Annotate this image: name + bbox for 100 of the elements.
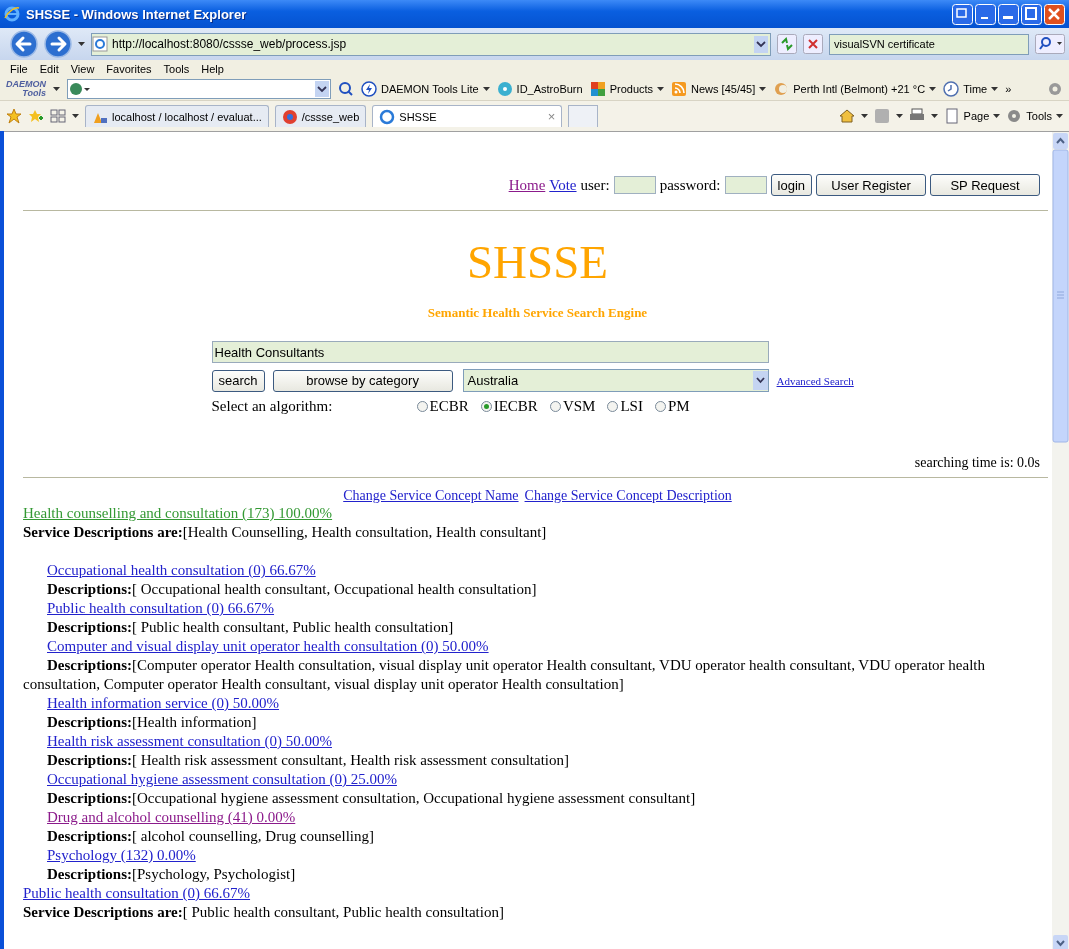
- query-field[interactable]: Health Consultants: [211, 341, 769, 363]
- toolbar-button[interactable]: Products: [589, 81, 665, 97]
- radio-label[interactable]: IECBR: [493, 398, 538, 415]
- caret-icon[interactable]: [860, 114, 868, 118]
- refresh-icon[interactable]: [777, 34, 797, 54]
- service-description: Service Descriptions are:[Health Counselling, Health consultation, Health consultant]: [23, 523, 548, 542]
- caret-icon[interactable]: [759, 87, 767, 91]
- radio-button[interactable]: [654, 401, 666, 412]
- caret-icon[interactable]: [482, 87, 490, 91]
- dropdown-icon[interactable]: [754, 35, 768, 53]
- caret-icon[interactable]: [78, 42, 85, 46]
- menu-item[interactable]: Edit: [35, 63, 63, 75]
- browser-tab[interactable]: /cssse_web: [274, 105, 367, 127]
- password-field[interactable]: [724, 176, 767, 194]
- minimize-icon[interactable]: [975, 3, 996, 25]
- clock-icon: [943, 81, 960, 97]
- close-icon[interactable]: [1044, 3, 1065, 25]
- concept-link[interactable]: Drug and alcohol counselling (41) 0.00%: [47, 809, 296, 825]
- site-title: SHSSE: [466, 236, 609, 288]
- dropdown-icon[interactable]: [752, 371, 768, 390]
- caret-icon[interactable]: [991, 87, 999, 91]
- algorithm-label: Select an algorithm:: [211, 398, 334, 415]
- concept-link[interactable]: Public health consultation (0) 66.67%: [23, 885, 251, 901]
- caret-icon[interactable]: [930, 114, 938, 118]
- home-icon[interactable]: [838, 108, 855, 124]
- radio-button[interactable]: [607, 401, 619, 412]
- toolbar-button[interactable]: DAEMON Tools Lite: [361, 81, 490, 97]
- caret-icon[interactable]: [657, 87, 665, 91]
- toolbar-search-field[interactable]: [67, 79, 331, 99]
- menu-item[interactable]: Favorites: [102, 63, 156, 75]
- caret-icon[interactable]: [929, 87, 937, 91]
- caret-icon[interactable]: [53, 87, 60, 91]
- caret-icon[interactable]: [72, 114, 79, 118]
- browse-button[interactable]: browse by category: [272, 369, 453, 392]
- search-field[interactable]: visualSVN certificate: [829, 33, 1029, 55]
- menu-item[interactable]: Help: [197, 63, 228, 75]
- concept-link[interactable]: Psychology (132) 0.00%: [47, 847, 196, 863]
- concept-link[interactable]: Health risk assessment consultation (0) 50.00%: [47, 733, 332, 749]
- ie-logo-icon: [4, 6, 20, 22]
- nav-link[interactable]: Vote: [549, 176, 577, 194]
- command-button[interactable]: Page: [943, 108, 1001, 124]
- pin-icon[interactable]: [952, 3, 973, 25]
- radio-label[interactable]: VSM: [562, 398, 596, 415]
- ie-page-icon: [379, 108, 396, 125]
- address-field[interactable]: http://localhost:8080/cssse_web/process.jsp: [91, 32, 771, 56]
- request-button[interactable]: SP Request: [930, 174, 1040, 196]
- add-favorites-icon[interactable]: [28, 108, 44, 124]
- favorites-star-icon[interactable]: [6, 108, 22, 124]
- concept-link[interactable]: Occupational hygiene assessment consultation (0) 25.00%: [47, 771, 397, 787]
- minimize-icon[interactable]: [998, 3, 1019, 25]
- chrome-icon: [281, 108, 298, 125]
- tab-grid-icon[interactable]: [50, 108, 66, 124]
- menu-item[interactable]: Tools: [159, 63, 194, 75]
- concept-link[interactable]: Health information service (0) 50.00%: [47, 695, 279, 711]
- caret-icon[interactable]: [1056, 114, 1063, 118]
- change-link[interactable]: Change Service Concept Name: [343, 488, 519, 504]
- toolbar-button[interactable]: Time: [943, 81, 999, 97]
- globe-icon: [69, 81, 91, 97]
- concept-link[interactable]: Occupational health consultation (0) 66.67%: [47, 562, 316, 578]
- login-button[interactable]: login: [770, 174, 812, 196]
- change-link[interactable]: Change Service Concept Description: [524, 488, 732, 504]
- search-icon[interactable]: [1035, 34, 1065, 54]
- zoom-icon[interactable]: [338, 81, 354, 97]
- command-button[interactable]: Tools: [1006, 108, 1063, 124]
- browser-tab[interactable]: SHSSE ×: [372, 105, 563, 127]
- toolbar-button[interactable]: News [45/45]: [671, 81, 767, 97]
- browser-tab[interactable]: localhost / localhost / evaluat...: [85, 105, 269, 127]
- caret-icon[interactable]: [993, 114, 1001, 118]
- more-button[interactable]: »: [1005, 83, 1012, 95]
- user-field[interactable]: [613, 176, 656, 194]
- region-select[interactable]: Australia: [462, 369, 769, 392]
- concept-link[interactable]: Computer and visual display unit operator health consultation (0) 50.00%: [47, 638, 489, 654]
- radio-label[interactable]: ECBR: [429, 398, 469, 415]
- menu-item[interactable]: View: [66, 63, 99, 75]
- gear-icon: [1006, 108, 1023, 124]
- close-tab-button[interactable]: ×: [547, 109, 556, 124]
- dropdown-icon[interactable]: [315, 81, 329, 97]
- search-button[interactable]: search: [211, 369, 265, 392]
- maximize-icon[interactable]: [1021, 3, 1042, 25]
- radio-button[interactable]: [416, 401, 428, 412]
- register-button[interactable]: User Register: [816, 174, 926, 196]
- advanced-search-link[interactable]: Advanced Search: [776, 374, 854, 387]
- concept-link[interactable]: Public health consultation (0) 66.67%: [47, 600, 275, 616]
- stop-icon[interactable]: [803, 34, 823, 54]
- radio-label[interactable]: PM: [667, 398, 690, 415]
- nav-link[interactable]: Home: [508, 176, 546, 194]
- service-description: Service Descriptions are:[ Public health consultant, Public health consultation]: [23, 903, 505, 922]
- daemon-logo[interactable]: DAEMON Tools: [6, 80, 46, 98]
- caret-icon[interactable]: [895, 114, 903, 118]
- scrollbar[interactable]: [1052, 132, 1069, 949]
- gear-icon[interactable]: [1047, 81, 1063, 97]
- radio-button[interactable]: [549, 401, 561, 412]
- back-icon[interactable]: [10, 30, 38, 58]
- concept-link[interactable]: Health counselling and consultation (173) 100.00%: [23, 505, 333, 521]
- radio-label[interactable]: LSI: [620, 398, 643, 415]
- toolbar-button[interactable]: Perth Intl (Belmont) +21 °C: [773, 81, 937, 97]
- forward-icon[interactable]: [44, 30, 72, 58]
- toolbar-button[interactable]: ID_AstroBurn: [496, 81, 583, 97]
- radio-button[interactable]: [480, 401, 492, 412]
- menu-item[interactable]: File: [6, 63, 32, 75]
